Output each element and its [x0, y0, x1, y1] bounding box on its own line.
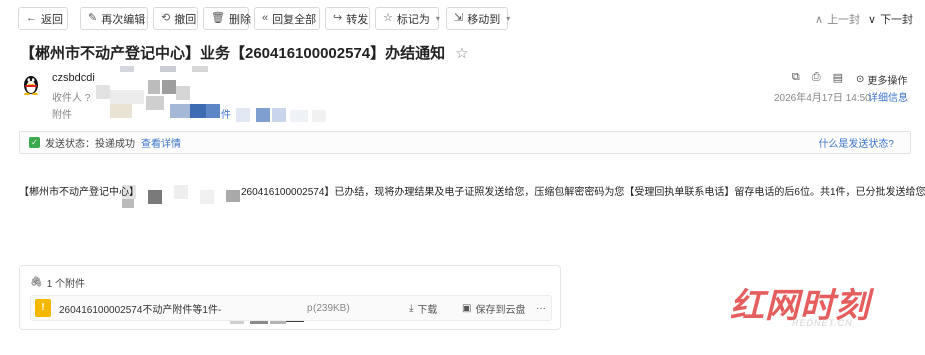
paperclip-icon: 🖇	[30, 277, 43, 288]
reply-all-icon: «	[262, 12, 269, 24]
star-icon: ☆	[383, 12, 393, 24]
delivery-status-bar: ✓ 发送状态： 投递成功 查看详情 什么是发送状态?	[19, 131, 911, 154]
what-is-status-link[interactable]: 什么是发送状态?	[818, 135, 894, 150]
attachment-count: 🖇 1 个附件	[30, 277, 86, 290]
zip-file-icon: !	[35, 299, 51, 317]
view-status-details-link[interactable]: 查看详情	[141, 135, 181, 150]
download-button[interactable]: ⤓ 下载	[409, 301, 437, 316]
attachment-label: 附件	[52, 110, 72, 121]
recall-icon: ⟲	[161, 12, 171, 24]
print-icon[interactable]: ⎙	[812, 71, 821, 84]
next-mail-button[interactable]: ∨ 下一封	[868, 11, 913, 27]
mail-toolbar: ← 返回 ✎ 再次编辑 ⟲ 撤回 🗑 删除 « 回复全部 ↪ 转发 ☆ 标记为 …	[0, 0, 925, 36]
chevron-down-icon: ▾	[435, 14, 440, 23]
mark-as-dropdown[interactable]: ☆ 标记为 ▾	[375, 7, 440, 30]
back-button[interactable]: ← 返回	[18, 7, 68, 30]
edit-icon: ✎	[88, 12, 98, 24]
status-label: 发送状态：	[45, 139, 95, 150]
body-text-end: 260416100002574】已办结，现将办理结果及电子证照发送给您，压缩包解…	[241, 187, 925, 198]
more-dots-icon: ···	[536, 302, 546, 314]
edit-again-button[interactable]: ✎ 再次编辑	[80, 7, 148, 30]
save-to-cloud-button[interactable]: ▣ 保存到云盘	[462, 301, 525, 316]
rednet-watermark: 红网时刻 REDNET.CN	[720, 278, 910, 338]
attachment-file-name[interactable]: 260416100002574不动产附件等1件-	[59, 301, 221, 316]
trash-icon: 🗑	[211, 12, 225, 24]
attachment-file-size: (239KB)	[313, 302, 350, 314]
forward-button[interactable]: ↪ 转发	[325, 7, 370, 30]
mail-header-actions: ⧉ ⎙ ▤	[792, 71, 843, 84]
reply-all-button[interactable]: « 回复全部	[254, 7, 320, 30]
note-icon[interactable]: ▤	[833, 71, 843, 84]
delete-button[interactable]: 🗑 删除	[203, 7, 251, 30]
subject-text: 【郴州市不动产登记中心】业务【260416100002574】办结通知	[20, 45, 446, 62]
status-value: 投递成功	[95, 139, 135, 150]
check-icon: ✓	[29, 137, 40, 148]
attachment-panel: 🖇 1 个附件 ! 260416100002574不动产附件等1件- p (23…	[19, 265, 561, 330]
body-text-start: 【郴州市不动产登记中心】	[19, 187, 139, 198]
prev-mail-button[interactable]: ∧ 上一封	[815, 11, 860, 27]
recipient-label: 收件人 ?	[52, 93, 91, 104]
mail-body: 【郴州市不动产登记中心】	[19, 183, 139, 198]
sender-name[interactable]: czsbdcdi	[52, 72, 95, 84]
arrow-left-icon: ←	[26, 12, 37, 24]
more-operations-button[interactable]: ⊙ 更多操作	[856, 72, 907, 87]
chevron-down-icon: ∨	[868, 13, 877, 26]
chevron-up-icon: ∧	[815, 13, 824, 26]
download-icon: ⤓	[409, 302, 414, 314]
attachment-file-ext: p	[307, 302, 313, 314]
mail-subject: 【郴州市不动产登记中心】业务【260416100002574】办结通知 ☆	[20, 42, 469, 63]
move-to-dropdown[interactable]: ⇲ 移动到 ▾	[446, 7, 511, 30]
forward-icon: ↪	[333, 12, 343, 24]
attachment-more-button[interactable]: ···	[536, 303, 546, 314]
attachment-item[interactable]: ! 260416100002574不动产附件等1件- p (239KB) ⤓ 下…	[30, 295, 552, 321]
cloud-save-icon: ▣	[462, 302, 472, 314]
folder-move-icon: ⇲	[454, 12, 464, 24]
mail-date: 2026年4月17日 14:50	[774, 93, 871, 104]
watermark-sub: REDNET.CN	[792, 318, 853, 328]
new-window-icon[interactable]: ⧉	[792, 71, 800, 84]
details-link[interactable]: 详细信息	[868, 89, 908, 104]
sender-avatar	[24, 76, 38, 95]
star-icon[interactable]: ☆	[455, 44, 468, 62]
chevron-down-icon: ▾	[506, 14, 511, 23]
recall-button[interactable]: ⟲ 撤回	[153, 7, 198, 30]
attachment-link-tail[interactable]: 件	[221, 106, 231, 121]
mail-body-continued: 260416100002574】已办结，现将办理结果及电子证照发送给您，压缩包解…	[241, 183, 925, 198]
more-circle-icon: ⊙	[856, 74, 865, 85]
